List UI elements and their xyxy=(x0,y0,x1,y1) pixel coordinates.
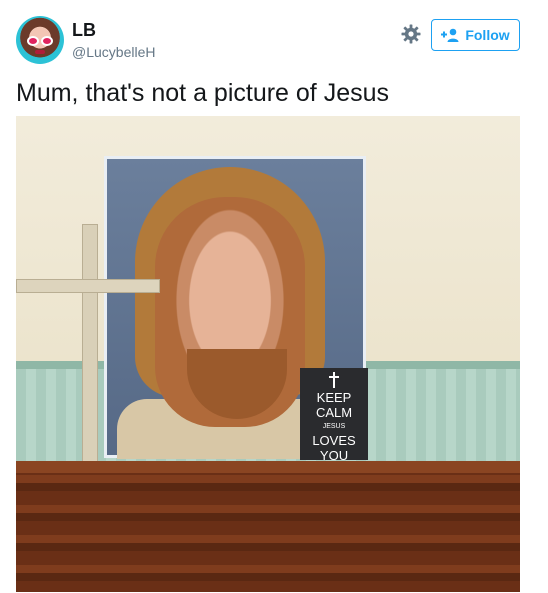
palm-cross xyxy=(16,224,520,464)
gear-icon[interactable] xyxy=(401,24,421,44)
follow-button[interactable]: Follow xyxy=(431,19,520,51)
card-line: JESUS xyxy=(322,423,346,430)
cross-icon xyxy=(329,372,339,388)
tweet-card: LB @LucybelleH Follow Mum, that's not a xyxy=(0,0,548,593)
tweet-photo[interactable]: KEEP CALM JESUS LOVES YOU xyxy=(16,116,520,592)
keep-calm-card: KEEP CALM JESUS LOVES YOU xyxy=(300,368,368,463)
glasses-right-lens xyxy=(41,36,53,46)
card-line: YOU xyxy=(319,448,349,463)
glasses-left-lens xyxy=(27,36,39,46)
palm-cross-horizontal xyxy=(16,279,160,293)
palm-cross-vertical xyxy=(82,224,98,464)
wooden-shelf xyxy=(16,461,520,592)
card-line: KEEP xyxy=(316,390,352,405)
add-person-icon xyxy=(441,28,459,42)
tweet-text: Mum, that's not a picture of Jesus xyxy=(16,79,389,107)
follow-label: Follow xyxy=(465,27,510,43)
card-line: CALM xyxy=(315,405,353,420)
author-handle[interactable]: @LucybelleH xyxy=(72,44,155,60)
author-name[interactable]: LB xyxy=(72,20,96,41)
avatar[interactable] xyxy=(16,16,64,64)
card-line: LOVES xyxy=(312,433,356,448)
shelf-edge xyxy=(16,461,520,473)
avatar-mouth xyxy=(35,50,45,54)
